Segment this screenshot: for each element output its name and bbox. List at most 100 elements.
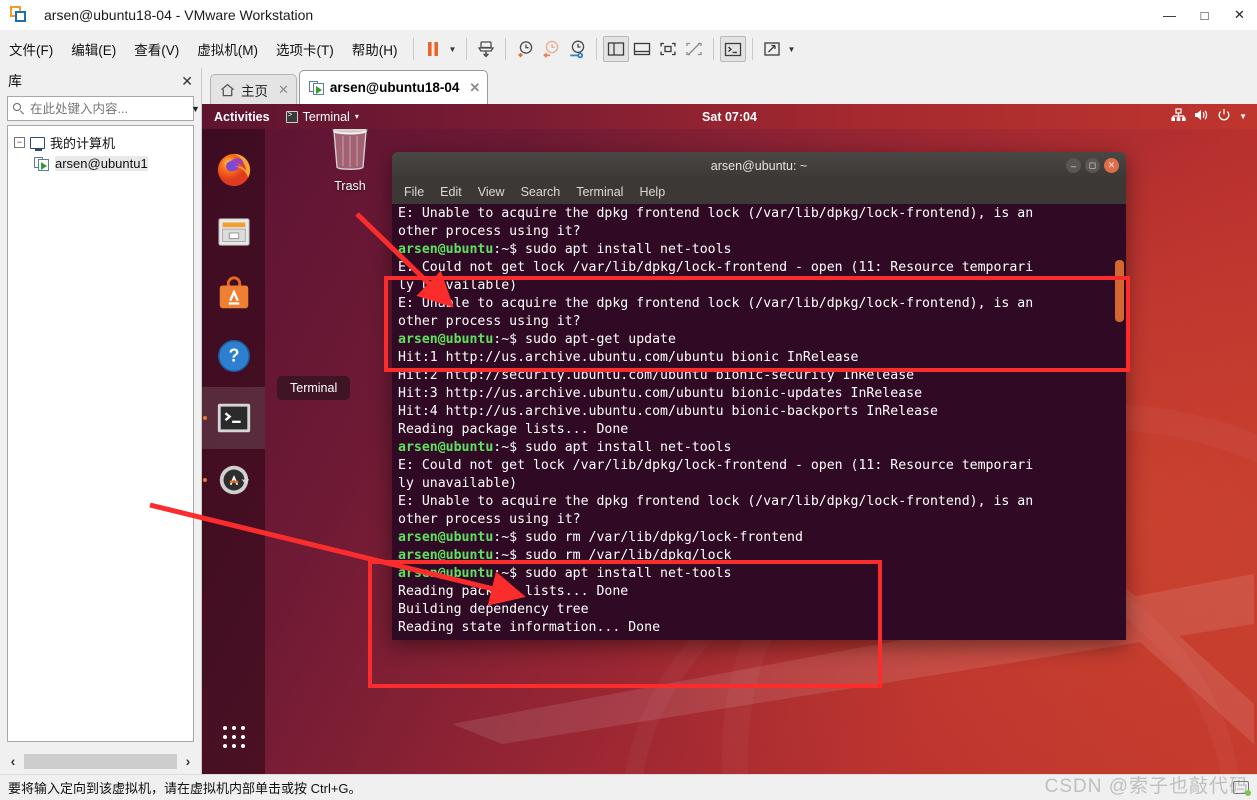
power-icon[interactable] [1217, 108, 1231, 125]
maximize-button[interactable]: □ [1187, 0, 1222, 30]
vmware-logo-icon [10, 6, 28, 24]
console-icon[interactable] [719, 36, 746, 62]
search-input[interactable] [30, 101, 191, 116]
terminal-menu-file[interactable]: File [404, 185, 424, 199]
terminal-titlebar[interactable]: arsen@ubuntu: ~ – ◻ ✕ [392, 152, 1126, 179]
ubuntu-dock: ? [202, 129, 265, 774]
desktop-icon-trash[interactable]: Trash [307, 122, 393, 193]
toolbar-divider [712, 38, 714, 60]
menu-file[interactable]: 文件(F) [0, 35, 62, 63]
thumbnail-bar-icon[interactable] [629, 36, 655, 62]
terminal-output-line: other process using it? [398, 224, 581, 239]
terminal-output-line: Reading state information... Done [398, 620, 661, 635]
snapshot-manage-icon[interactable] [564, 36, 590, 62]
fullscreen-icon[interactable] [655, 36, 681, 62]
search-caret-down-icon[interactable]: ▼ [191, 104, 200, 114]
power-down-icon[interactable] [473, 36, 499, 62]
terminal-menu-edit[interactable]: Edit [440, 185, 462, 199]
toolbar-divider [465, 38, 467, 60]
library-tree[interactable]: − 我的计算机 arsen@ubuntu1 [7, 125, 194, 742]
sidebar-panel-icon[interactable] [602, 36, 629, 62]
tree-item-vm-arsen-ubuntu18-04[interactable]: arsen@ubuntu1 [8, 153, 193, 174]
library-hscrollbar[interactable]: ‹ › [0, 748, 201, 774]
terminal-output-line: ly unavailable) [398, 278, 518, 293]
tab-home[interactable]: 主页 ✕ [210, 74, 297, 104]
library-close-icon[interactable]: ✕ [181, 73, 193, 90]
tab-close-icon[interactable]: ✕ [278, 82, 289, 98]
toolbar-divider [412, 38, 414, 60]
terminal-prompt: arsen@ubuntu [398, 566, 494, 581]
terminal-scrollbar-thumb[interactable] [1115, 260, 1124, 322]
scroll-right-icon[interactable]: › [177, 753, 199, 769]
scroll-thumb[interactable] [24, 753, 177, 769]
network-icon[interactable] [1171, 108, 1186, 125]
app-menu-button[interactable]: Terminal ▾ [280, 110, 365, 124]
menu-help[interactable]: 帮助(H) [343, 35, 407, 63]
window-title: arsen@ubuntu18-04 - VMware Workstation [44, 7, 314, 23]
terminal-command-text: :~$ sudo rm /var/lib/dpkg/lock-frontend [493, 530, 803, 545]
terminal-command-text: :~$ sudo apt install net-tools [493, 242, 732, 257]
dock-item-help[interactable]: ? [202, 325, 265, 387]
snapshot-revert-icon[interactable] [538, 36, 564, 62]
tab-label: 主页 [241, 83, 268, 99]
vm-console-screen[interactable]: Activities Terminal ▾ Sat 07:04 [202, 104, 1257, 774]
menu-edit[interactable]: 编辑(E) [62, 35, 125, 63]
system-tray[interactable]: ▼ [1171, 108, 1257, 125]
minimize-button[interactable]: — [1152, 0, 1187, 30]
dock-item-firefox[interactable] [202, 139, 265, 201]
scroll-left-icon[interactable]: ‹ [2, 753, 24, 769]
tree-twisty-icon[interactable]: − [14, 137, 25, 148]
volume-icon[interactable] [1194, 108, 1209, 125]
app-grid-icon[interactable] [202, 726, 265, 748]
vmware-workstation-window: arsen@ubuntu18-04 - VMware Workstation —… [0, 0, 1257, 800]
stretch-dropdown-caret-down-icon[interactable]: ▼ [785, 36, 799, 62]
dock-item-files[interactable] [202, 201, 265, 263]
close-icon[interactable]: ✕ [1104, 158, 1119, 173]
stretch-icon[interactable] [759, 36, 785, 62]
activities-button[interactable]: Activities [202, 110, 280, 124]
dock-item-software[interactable] [202, 263, 265, 325]
menu-view[interactable]: 查看(V) [125, 35, 188, 63]
terminal-prompt: arsen@ubuntu [398, 332, 494, 347]
search-icon [12, 102, 26, 116]
snapshot-add-icon[interactable] [512, 36, 538, 62]
gnome-top-bar: Activities Terminal ▾ Sat 07:04 [202, 104, 1257, 129]
terminal-output[interactable]: E: Unable to acquire the dpkg frontend l… [392, 204, 1126, 640]
terminal-menu-terminal[interactable]: Terminal [576, 185, 623, 199]
caret-down-icon[interactable]: ▼ [1239, 112, 1247, 121]
terminal-output-line: E: Unable to acquire the dpkg frontend l… [398, 494, 1034, 509]
tree-item-label: 我的计算机 [50, 136, 116, 151]
library-search-box[interactable]: ▼ [7, 96, 200, 121]
tree-item-my-computer[interactable]: − 我的计算机 [8, 132, 193, 153]
terminal-output-line: E: Unable to acquire the dpkg frontend l… [398, 296, 1034, 311]
terminal-menu-view[interactable]: View [478, 185, 505, 199]
menu-vm[interactable]: 虚拟机(M) [188, 35, 267, 63]
menu-tabs[interactable]: 选项卡(T) [267, 35, 343, 63]
vm-icon [34, 156, 50, 171]
terminal-output-line: Hit:2 http://security.ubuntu.com/ubuntu … [398, 368, 915, 383]
terminal-output-line: Building dependency tree [398, 602, 589, 617]
dock-item-terminal[interactable] [202, 387, 265, 449]
dock-tooltip: Terminal [277, 376, 351, 400]
tab-close-icon[interactable]: ✕ [469, 80, 480, 96]
svg-text:?: ? [228, 346, 239, 366]
suspend-button[interactable] [420, 36, 446, 62]
content-area: 主页 ✕ arsen@ubuntu18-04 ✕ Activities > Te… [202, 68, 1257, 774]
dock-item-software-updater[interactable] [202, 449, 265, 511]
network-status-icon[interactable] [1233, 781, 1251, 796]
status-bar: 要将输入定向到该虚拟机，请在虚拟机内部单击或按 Ctrl+G。 [0, 774, 1257, 800]
close-button[interactable]: ✕ [1222, 0, 1257, 30]
suspend-dropdown-caret-down-icon[interactable]: ▼ [446, 36, 460, 62]
terminal-title: arsen@ubuntu: ~ [710, 158, 808, 173]
terminal-menu-search[interactable]: Search [521, 185, 561, 199]
toolbar-divider [751, 38, 753, 60]
terminal-window[interactable]: arsen@ubuntu: ~ – ◻ ✕ File Edit View Sea… [392, 152, 1126, 640]
minimize-icon[interactable]: – [1066, 158, 1081, 173]
terminal-menu-help[interactable]: Help [639, 185, 665, 199]
unity-mode-icon[interactable] [681, 36, 707, 62]
terminal-output-line: E: Could not get lock /var/lib/dpkg/lock… [398, 458, 1034, 473]
toolbar-divider [504, 38, 506, 60]
caret-down-icon[interactable]: ▾ [355, 112, 359, 121]
maximize-icon[interactable]: ◻ [1085, 158, 1100, 173]
tab-vm-arsen-ubuntu18-04[interactable]: arsen@ubuntu18-04 ✕ [298, 70, 489, 104]
